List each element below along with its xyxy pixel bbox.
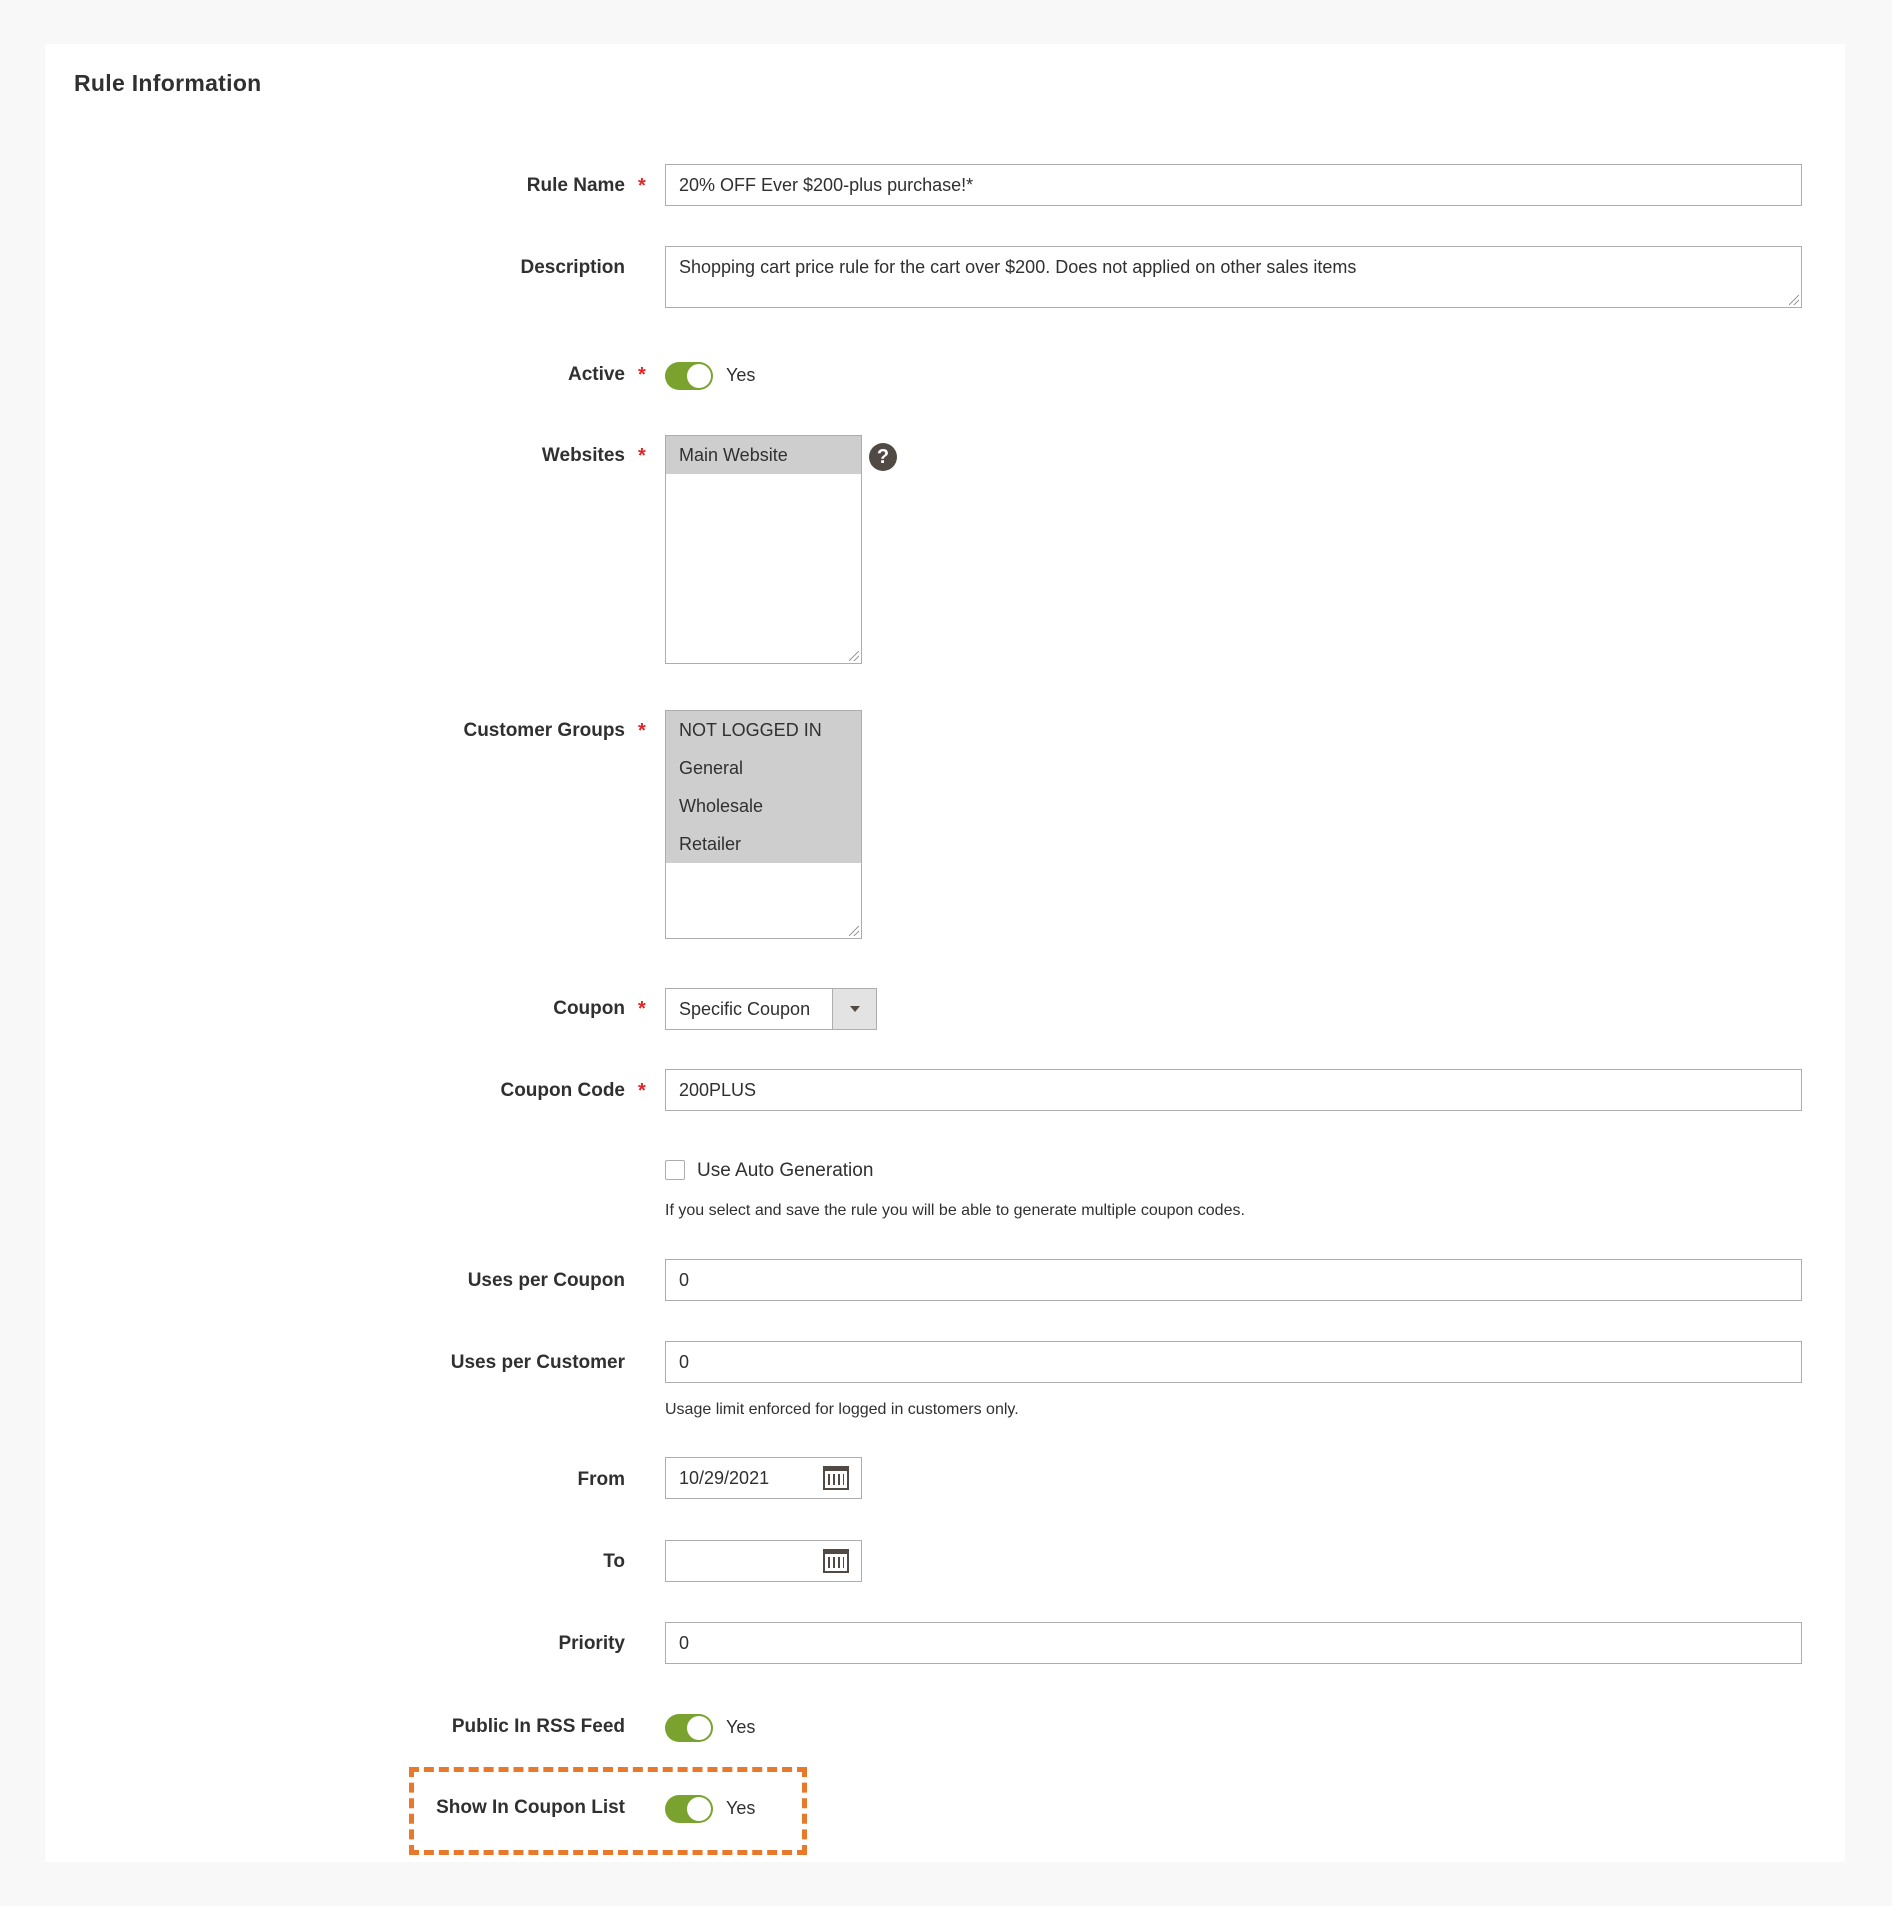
help-icon[interactable]: ? (869, 443, 897, 471)
priority-label: Priority (558, 1633, 625, 1654)
uses-per-customer-note: Usage limit enforced for logged in custo… (665, 1401, 1019, 1418)
required-marker: * (638, 998, 646, 1020)
active-toggle-text: Yes (726, 365, 756, 385)
required-marker: * (638, 175, 646, 197)
priority-input[interactable]: 0 (665, 1622, 1802, 1664)
customer-groups-label: Customer Groups (463, 720, 625, 741)
public-rss-label: Public In RSS Feed (451, 1716, 625, 1737)
use-auto-generation-label[interactable]: Use Auto Generation (697, 1160, 873, 1182)
from-date-input[interactable]: 10/29/2021 (665, 1457, 862, 1499)
show-in-coupon-list-toggle-text: Yes (726, 1798, 756, 1818)
uses-per-customer-input[interactable]: 0 (665, 1341, 1802, 1383)
auto-generation-note: If you select and save the rule you will… (665, 1202, 1245, 1219)
chevron-down-icon (850, 1006, 860, 1012)
uses-per-coupon-label: Uses per Coupon (467, 1270, 625, 1291)
coupon-select-value: Specific Coupon (679, 999, 811, 1019)
dropdown-toggle[interactable] (832, 989, 876, 1029)
resize-handle-icon[interactable] (849, 651, 859, 661)
toggle-knob (687, 1716, 711, 1740)
coupon-label: Coupon (553, 998, 625, 1019)
rule-information-panel (45, 44, 1845, 1862)
required-marker: * (638, 364, 646, 386)
customer-group-option[interactable]: General (666, 749, 861, 787)
customer-group-option[interactable]: Wholesale (666, 787, 861, 825)
required-marker: * (638, 1080, 646, 1102)
calendar-icon[interactable] (823, 1549, 849, 1573)
resize-handle-icon[interactable] (1789, 295, 1799, 305)
public-rss-toggle[interactable] (665, 1714, 713, 1742)
rule-name-input[interactable]: 20% OFF Ever $200-plus purchase!* (665, 164, 1802, 206)
websites-multiselect[interactable]: Main Website (665, 435, 862, 664)
resize-handle-icon[interactable] (849, 926, 859, 936)
uses-per-coupon-input[interactable]: 0 (665, 1259, 1802, 1301)
active-toggle[interactable] (665, 362, 713, 390)
from-date-value: 10/29/2021 (679, 1468, 770, 1488)
toggle-knob (687, 364, 711, 388)
required-marker: * (638, 445, 646, 467)
uses-per-customer-label: Uses per Customer (450, 1352, 625, 1373)
toggle-knob (687, 1797, 711, 1821)
customer-group-option[interactable]: NOT LOGGED IN (666, 711, 861, 749)
show-in-coupon-list-label: Show In Coupon List (436, 1797, 625, 1818)
calendar-icon[interactable] (823, 1466, 849, 1490)
coupon-code-label: Coupon Code (500, 1080, 625, 1101)
description-label: Description (520, 257, 625, 278)
to-date-input[interactable] (665, 1540, 862, 1582)
public-rss-toggle-text: Yes (726, 1717, 756, 1737)
show-in-coupon-list-toggle[interactable] (665, 1795, 713, 1823)
section-title: Rule Information (74, 70, 262, 96)
websites-label: Websites (541, 445, 625, 466)
coupon-code-input[interactable]: 200PLUS (665, 1069, 1802, 1111)
use-auto-generation-checkbox[interactable] (665, 1160, 685, 1180)
from-label: From (577, 1469, 626, 1490)
customer-group-option[interactable]: Retailer (666, 825, 861, 863)
customer-groups-multiselect[interactable]: NOT LOGGED IN General Wholesale Retailer (665, 710, 862, 939)
description-text: Shopping cart price rule for the cart ov… (679, 257, 1357, 277)
to-label: To (603, 1551, 625, 1572)
website-option[interactable]: Main Website (666, 436, 861, 474)
active-label: Active (567, 364, 625, 385)
required-marker: * (638, 720, 646, 742)
rule-name-label: Rule Name (526, 175, 625, 196)
coupon-select[interactable]: Specific Coupon (665, 988, 877, 1030)
description-textarea[interactable]: Shopping cart price rule for the cart ov… (665, 246, 1802, 308)
